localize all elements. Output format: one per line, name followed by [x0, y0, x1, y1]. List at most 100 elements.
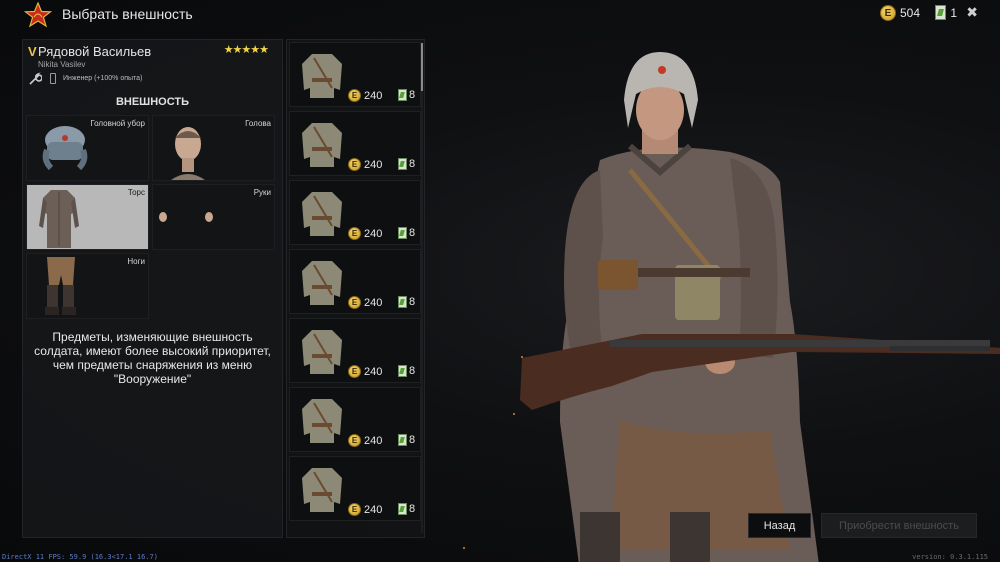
gold-coin-icon: E — [348, 503, 361, 516]
ticket-icon — [398, 434, 407, 446]
ticket-icon — [398, 89, 407, 101]
scrollbar-track[interactable] — [421, 43, 423, 533]
slot-headwear[interactable]: Головной убор — [26, 115, 149, 181]
ticket-icon — [398, 365, 407, 377]
legs-thumbnail — [45, 257, 76, 315]
item-ticket-value: 8 — [409, 158, 416, 170]
slot-hands[interactable]: Руки — [152, 184, 275, 250]
gold-coin-icon: E — [348, 227, 361, 240]
rank-badge: V — [28, 44, 37, 59]
soldier-stars: ★★★★★ — [223, 44, 269, 56]
appearance-item[interactable]: E 240 8 — [289, 180, 421, 245]
ticket-icon — [398, 227, 407, 239]
item-tickets: 8 — [398, 158, 415, 170]
gold-coin-icon: E — [348, 296, 361, 309]
soldier-panel: V Рядовой Васильев ★★★★★ Nikita Vasilev … — [22, 39, 283, 538]
appearance-item[interactable]: E 240 8 — [289, 111, 421, 176]
gold-coin-icon: E — [348, 434, 361, 447]
appearance-item[interactable]: E 240 8 — [289, 387, 421, 452]
appearance-item[interactable]: E 240 8 — [289, 42, 421, 107]
item-tickets: 8 — [398, 227, 415, 239]
slot-label: Торс — [127, 188, 145, 197]
gold-coin-icon: E — [879, 5, 896, 21]
red-star-logo-icon — [23, 1, 53, 28]
item-tickets: 8 — [398, 434, 415, 446]
soldier-name: Рядовой Васильев — [38, 44, 152, 59]
gold-coin-icon: E — [348, 158, 361, 171]
item-price: E 240 — [348, 158, 382, 171]
coat-thumbnail — [302, 468, 342, 512]
slot-label: Ноги — [127, 257, 145, 266]
coat-thumbnail — [302, 261, 342, 305]
gold-amount: 504 — [899, 6, 920, 20]
appearance-item[interactable]: E 240 8 — [289, 249, 421, 314]
item-ticket-value: 8 — [409, 89, 416, 101]
item-price: E 240 — [348, 365, 382, 378]
slot-head[interactable]: Голова — [152, 115, 275, 181]
soldier-class: Инженер (+100% опыта) — [63, 75, 143, 82]
soldier-model — [520, 52, 1000, 562]
fps-counter: DirectX 11 FPS: 59.9 (16.3<17.1 16.7) — [2, 553, 158, 561]
top-bar: Выбрать внешность E 504 1 ✖ — [0, 0, 1000, 30]
wrench-icon — [28, 72, 43, 86]
slot-label: Головной убор — [90, 119, 145, 128]
head-thumbnail — [171, 127, 205, 180]
item-tickets: 8 — [398, 89, 415, 101]
item-price: E 240 — [348, 89, 382, 102]
slot-legs[interactable]: Ноги — [26, 253, 149, 319]
appearance-item[interactable]: E 240 8 — [289, 318, 421, 383]
item-tickets: 8 — [398, 503, 415, 515]
ember-particle — [463, 547, 465, 549]
appearance-item[interactable]: E 240 8 — [289, 456, 421, 521]
ticket-icon — [398, 158, 407, 170]
item-price: E 240 — [348, 296, 382, 309]
item-price: E 240 — [348, 434, 382, 447]
ticket-icon — [398, 296, 407, 308]
back-button[interactable]: Назад — [748, 513, 811, 538]
page-title: Выбрать внешность — [62, 6, 193, 22]
item-price-value: 240 — [364, 503, 383, 516]
item-price-value: 240 — [364, 227, 383, 240]
slot-label: Руки — [253, 188, 271, 197]
gold-coin-icon: E — [348, 365, 361, 378]
buy-appearance-button[interactable]: Приобрести внешность — [821, 513, 977, 538]
gold-balance: E 504 — [879, 5, 920, 21]
coat-thumbnail — [302, 54, 342, 98]
item-price-value: 240 — [364, 434, 383, 447]
torso-thumbnail — [39, 190, 79, 248]
slot-label: Голова — [245, 119, 271, 128]
close-icon[interactable]: ✖ — [966, 4, 978, 21]
ticket-icon — [398, 503, 407, 515]
scrollbar-thumb[interactable] — [421, 43, 423, 91]
item-tickets: 8 — [398, 365, 415, 377]
headwear-thumbnail — [42, 126, 88, 171]
gold-coin-icon: E — [348, 89, 361, 102]
item-price: E 240 — [348, 227, 382, 240]
item-ticket-value: 8 — [409, 227, 416, 239]
appearance-heading: ВНЕШНОСТЬ — [115, 96, 190, 108]
coat-thumbnail — [302, 330, 342, 374]
coat-thumbnail — [302, 192, 342, 236]
item-price-value: 240 — [364, 296, 383, 309]
appearance-note: Предметы, изменяющие внешность солдата, … — [34, 330, 271, 386]
phone-icon — [50, 73, 56, 84]
ticket-icon — [935, 5, 947, 20]
hands-thumbnail — [159, 212, 213, 222]
version-label: version: 0.3.1.115 — [912, 553, 988, 561]
coat-thumbnail — [302, 399, 342, 443]
ticket-amount: 1 — [950, 5, 957, 20]
ember-particle — [521, 356, 523, 358]
item-price: E 240 — [348, 503, 382, 516]
item-ticket-value: 8 — [409, 296, 416, 308]
item-price-value: 240 — [364, 365, 383, 378]
coat-thumbnail — [302, 123, 342, 167]
item-ticket-value: 8 — [409, 434, 416, 446]
item-ticket-value: 8 — [409, 503, 416, 515]
soldier-subname: Nikita Vasilev — [38, 60, 86, 69]
item-tickets: 8 — [398, 296, 415, 308]
item-ticket-value: 8 — [409, 365, 416, 377]
item-price-value: 240 — [364, 158, 383, 171]
slot-torso[interactable]: Торс — [26, 184, 149, 250]
appearance-item-list[interactable]: E 240 8 E 240 8 E 240 8 E 240 8 E 240 8 E 240 8 E 240 8 — [286, 39, 425, 538]
ticket-balance: 1 — [935, 5, 957, 20]
